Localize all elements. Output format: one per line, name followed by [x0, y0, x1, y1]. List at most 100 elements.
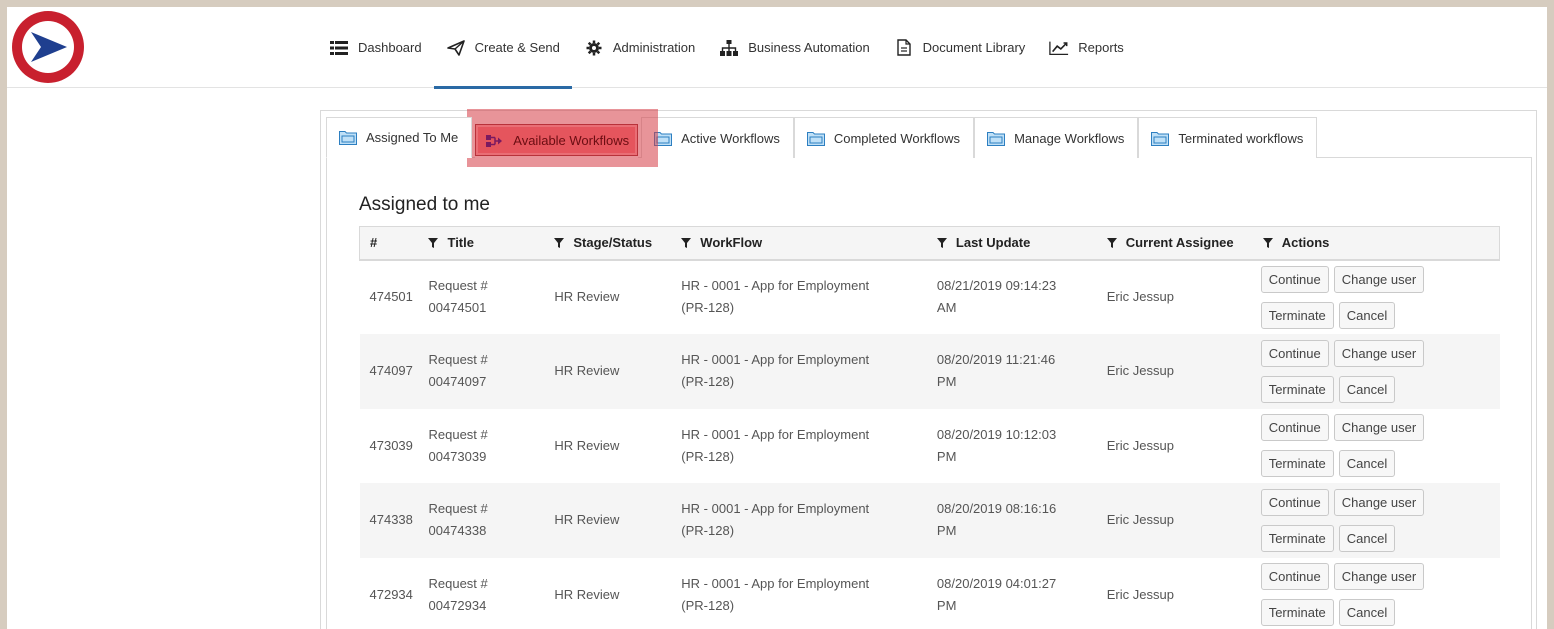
change-user-button[interactable]: Change user: [1333, 339, 1425, 367]
cell-workflow: HR - 0001 - App for Employment (PR-128): [681, 575, 870, 613]
nav-business-automation-label: Business Automation: [748, 40, 870, 55]
cell-title: Request #00472934: [428, 575, 488, 613]
cell-workflow: HR - 0001 - App for Employment (PR-128): [681, 426, 870, 464]
continue-button[interactable]: Continue: [1260, 563, 1329, 591]
tab-manage-workflows[interactable]: Manage Workflows: [974, 117, 1139, 158]
tab-manage-workflows-label: Manage Workflows: [1014, 130, 1125, 146]
section-title: Assigned to me: [359, 194, 490, 215]
nav-document-library-label: Document Library: [922, 40, 1026, 55]
top-navigation-bar: Dashboard Create & Send Administration B…: [7, 7, 1547, 89]
nav-create-send[interactable]: Create & Send: [433, 7, 573, 89]
table-row: 473039 Request #00473039 HR Review HR - …: [360, 409, 1500, 484]
cell-actions: Continue Change user Terminate Cancel: [1253, 558, 1500, 629]
line-chart-icon: [1049, 40, 1069, 56]
cell-id: 474338: [369, 512, 413, 528]
filter-icon[interactable]: [681, 238, 692, 249]
app-window: Dashboard Create & Send Administration B…: [7, 7, 1547, 629]
cell-workflow: HR - 0001 - App for Employment (PR-128): [681, 278, 870, 316]
table-row: 474097 Request #00474097 HR Review HR - …: [359, 334, 1500, 409]
tab-available-workflows[interactable]: Available Workflows: [467, 109, 659, 167]
cell-id: 472934: [369, 586, 413, 602]
terminate-button[interactable]: Terminate: [1260, 301, 1334, 329]
tab-assigned-to-me[interactable]: Assigned To Me: [326, 117, 473, 158]
assigned-workflows-table: # Title Stage/Status WorkFlow Last Updat…: [359, 226, 1500, 629]
continue-button[interactable]: Continue: [1260, 265, 1329, 293]
cell-status: HR Review: [554, 586, 620, 602]
nav-reports[interactable]: Reports: [1037, 7, 1136, 88]
cell-status: HR Review: [554, 289, 620, 305]
nav-dashboard-label: Dashboard: [358, 40, 422, 55]
tab-terminated-workflows[interactable]: Terminated workflows: [1138, 117, 1318, 158]
filter-icon[interactable]: [1106, 238, 1117, 249]
continue-button[interactable]: Continue: [1260, 488, 1329, 516]
list-icon: [329, 40, 349, 56]
cell-id: 474501: [369, 289, 413, 305]
folder-icon: [987, 131, 1006, 146]
cell-last-update: 08/21/2019 09:14:23 AM: [936, 278, 1057, 316]
tab-completed-workflows-label: Completed Workflows: [833, 130, 961, 146]
cancel-button[interactable]: Cancel: [1338, 301, 1396, 329]
folder-icon: [806, 131, 825, 146]
filter-icon[interactable]: [1262, 238, 1273, 249]
cancel-button[interactable]: Cancel: [1338, 599, 1396, 627]
cell-title: Request #00474097: [428, 352, 488, 390]
nav-administration-label: Administration: [612, 40, 696, 55]
cell-id: 473039: [369, 437, 413, 453]
cell-status: HR Review: [554, 512, 620, 528]
cell-last-update: 08/20/2019 11:21:46 PM: [936, 352, 1056, 390]
header-current-assignee[interactable]: Current Assignee: [1096, 226, 1253, 261]
header-title[interactable]: Title: [418, 226, 545, 261]
continue-button[interactable]: Continue: [1260, 414, 1329, 442]
tab-available-workflows-button[interactable]: Available Workflows: [475, 124, 639, 156]
cell-actions: Continue Change user Terminate Cancel: [1253, 334, 1500, 409]
filter-icon[interactable]: [428, 238, 439, 249]
tab-completed-workflows[interactable]: Completed Workflows: [793, 117, 975, 158]
change-user-button[interactable]: Change user: [1333, 488, 1425, 516]
table-row: 474338 Request #00474338 HR Review HR - …: [359, 483, 1500, 558]
table-header-row: # Title Stage/Status WorkFlow Last Updat…: [359, 226, 1500, 261]
cell-last-update: 08/20/2019 10:12:03 PM: [936, 426, 1057, 464]
nav-create-send-label: Create & Send: [474, 40, 560, 55]
cell-status: HR Review: [554, 363, 620, 379]
gear-icon: [584, 40, 604, 56]
terminate-button[interactable]: Terminate: [1260, 524, 1334, 552]
header-workflow[interactable]: WorkFlow: [671, 226, 927, 261]
cell-workflow: HR - 0001 - App for Employment (PR-128): [681, 501, 870, 539]
document-icon: [894, 39, 914, 56]
workflow-icon: [486, 134, 503, 147]
header-actions[interactable]: Actions: [1252, 226, 1500, 261]
continue-button[interactable]: Continue: [1260, 339, 1329, 367]
terminate-button[interactable]: Terminate: [1260, 599, 1334, 627]
cell-assignee: Eric Jessup: [1106, 586, 1174, 602]
nav-document-library[interactable]: Document Library: [882, 7, 1038, 88]
cell-title: Request #00474338: [428, 501, 488, 539]
nj-dot-logo[interactable]: [11, 10, 85, 84]
tab-active-workflows-label: Active Workflows: [681, 130, 780, 146]
change-user-button[interactable]: Change user: [1333, 265, 1425, 293]
cancel-button[interactable]: Cancel: [1338, 524, 1396, 552]
tab-terminated-workflows-label: Terminated workflows: [1178, 130, 1304, 146]
change-user-button[interactable]: Change user: [1333, 563, 1425, 591]
change-user-button[interactable]: Change user: [1333, 414, 1425, 442]
nav-reports-label: Reports: [1078, 40, 1124, 55]
header-stage-status[interactable]: Stage/Status: [544, 226, 672, 261]
filter-icon[interactable]: [554, 238, 565, 249]
main-nav: Dashboard Create & Send Administration B…: [317, 7, 1136, 89]
nav-dashboard[interactable]: Dashboard: [317, 7, 434, 88]
cell-assignee: Eric Jessup: [1106, 363, 1174, 379]
nav-business-automation[interactable]: Business Automation: [707, 7, 881, 88]
cell-actions: Continue Change user Terminate Cancel: [1253, 483, 1500, 558]
header-last-update[interactable]: Last Update: [926, 226, 1097, 261]
folder-icon: [1151, 131, 1170, 146]
terminate-button[interactable]: Terminate: [1260, 375, 1334, 403]
cancel-button[interactable]: Cancel: [1338, 450, 1396, 478]
cell-title: Request #00473039: [428, 426, 488, 464]
cell-id: 474097: [369, 363, 413, 379]
terminate-button[interactable]: Terminate: [1260, 450, 1334, 478]
cancel-button[interactable]: Cancel: [1338, 375, 1396, 403]
nav-administration[interactable]: Administration: [572, 7, 707, 88]
workflow-panel: Assigned To Me Available Workflows Activ…: [320, 109, 1537, 629]
folder-icon: [339, 131, 357, 145]
tab-active-workflows[interactable]: Active Workflows: [641, 117, 794, 158]
filter-icon[interactable]: [936, 238, 947, 249]
